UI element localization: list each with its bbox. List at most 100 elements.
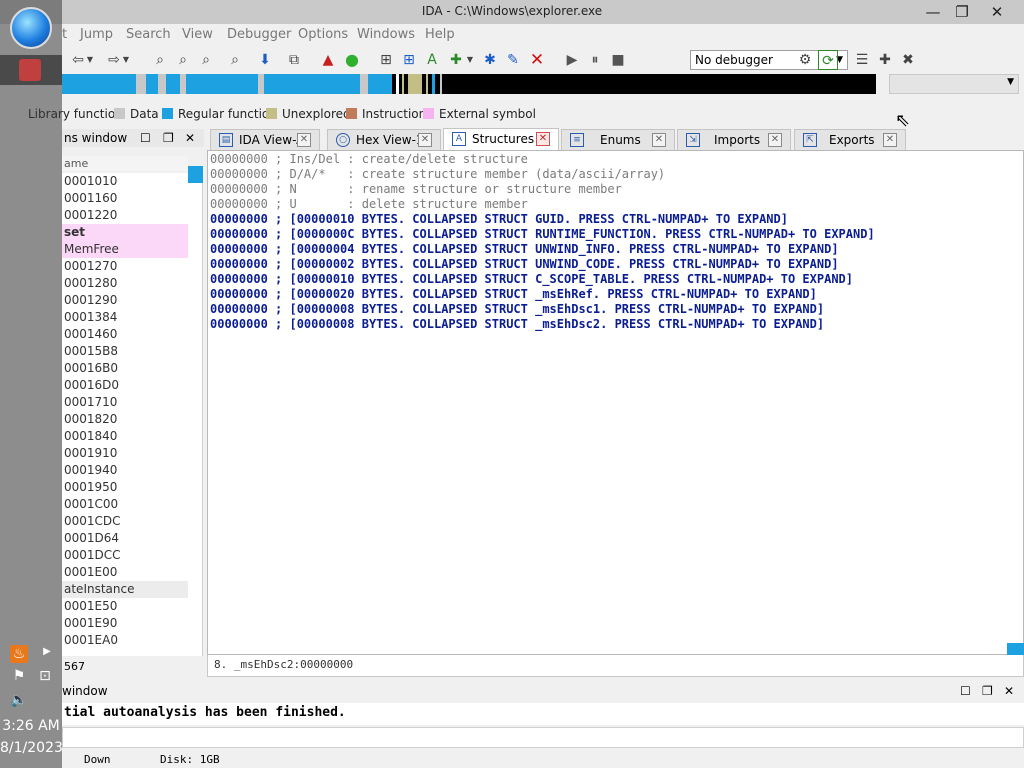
- rename-icon[interactable]: ✎: [503, 50, 523, 70]
- close-icon[interactable]: ✕: [1004, 684, 1014, 698]
- breakpoint-list-icon[interactable]: ☰: [852, 50, 872, 70]
- float-icon[interactable]: ❐: [982, 684, 993, 698]
- close-tab-icon[interactable]: ✕: [768, 133, 782, 147]
- function-list-item[interactable]: 0001710: [62, 394, 188, 411]
- function-list-item[interactable]: 0001E00: [62, 564, 188, 581]
- search-next-icon[interactable]: ⌕: [225, 50, 245, 70]
- stop-icon[interactable]: ■: [608, 50, 628, 70]
- menu-view[interactable]: View: [182, 27, 213, 42]
- structure-line[interactable]: 00000000 ; [0000000C BYTES. COLLAPSED ST…: [210, 227, 875, 242]
- delete-breakpoint-icon[interactable]: ✖: [898, 50, 918, 70]
- function-list-item[interactable]: 0001E90: [62, 615, 188, 632]
- download-arrow-icon[interactable]: ⬇: [255, 50, 275, 70]
- graph-overview-icon[interactable]: ⧉: [284, 50, 304, 70]
- minimize-button[interactable]: —: [918, 1, 948, 23]
- function-list-item[interactable]: 00016D0: [62, 377, 188, 394]
- structure-line[interactable]: 00000000 ; [00000020 BYTES. COLLAPSED ST…: [210, 287, 875, 302]
- close-icon[interactable]: ✕: [185, 131, 195, 145]
- functions-scrollbar-thumb[interactable]: [188, 166, 203, 183]
- pause-icon[interactable]: ⏸: [585, 50, 605, 70]
- close-button[interactable]: ✕: [982, 1, 1012, 23]
- function-list-item[interactable]: 0001270: [62, 258, 188, 275]
- make-string-icon[interactable]: A: [422, 50, 442, 70]
- tab-imports[interactable]: ⇲ Imports ✕: [677, 129, 791, 150]
- menu-help[interactable]: Help: [425, 27, 455, 42]
- close-tab-icon[interactable]: ✕: [883, 133, 897, 147]
- tab-hex-view-1[interactable]: ○ Hex View-1 ✕: [327, 129, 441, 150]
- tab-structures[interactable]: A Structures ✕: [443, 128, 559, 150]
- function-list-item[interactable]: MemFree: [62, 241, 188, 258]
- struct-var-icon[interactable]: ✱: [480, 50, 500, 70]
- function-list-item[interactable]: ateInstance: [62, 581, 188, 598]
- function-list-item[interactable]: 0001DCC: [62, 547, 188, 564]
- run-icon[interactable]: ▶: [562, 50, 582, 70]
- menu-jump[interactable]: Jump: [80, 27, 113, 42]
- close-tab-icon[interactable]: ✕: [297, 133, 311, 147]
- structures-view[interactable]: 00000000 ; Ins/Del : create/delete struc…: [207, 150, 1024, 655]
- structure-line[interactable]: 00000000 ; D/A/* : create structure memb…: [210, 167, 875, 182]
- navigation-band-dropdown[interactable]: ▼: [889, 74, 1019, 94]
- maximize-button[interactable]: ❐: [947, 1, 977, 23]
- tray-expand-icon[interactable]: ▶: [38, 646, 56, 657]
- function-list-item[interactable]: 0001460: [62, 326, 188, 343]
- back-dropdown-icon[interactable]: ▼: [84, 50, 96, 70]
- green-circle-icon[interactable]: ●: [342, 50, 362, 70]
- tab-ida-view-a[interactable]: ▤ IDA View-A ✕: [210, 129, 320, 150]
- make-array-icon[interactable]: ✚: [446, 50, 466, 70]
- start-orb-icon[interactable]: [10, 7, 52, 49]
- action-center-flag-icon[interactable]: ⚑: [10, 668, 28, 684]
- function-list-item[interactable]: 0001910: [62, 445, 188, 462]
- text-search-icon[interactable]: ⌕: [173, 50, 193, 70]
- close-tab-icon[interactable]: ✕: [418, 133, 432, 147]
- structure-line[interactable]: 00000000 ; [00000010 BYTES. COLLAPSED ST…: [210, 272, 875, 287]
- menu-windows[interactable]: Windows: [357, 27, 415, 42]
- structure-line[interactable]: 00000000 ; [00000008 BYTES. COLLAPSED ST…: [210, 302, 875, 317]
- structure-line[interactable]: 00000000 ; N : rename structure or struc…: [210, 182, 875, 197]
- function-list-item[interactable]: 0001220: [62, 207, 188, 224]
- menu-file[interactable]: t: [62, 27, 67, 42]
- function-list-item[interactable]: set: [62, 224, 188, 241]
- function-list-item[interactable]: 0001840: [62, 428, 188, 445]
- output-log[interactable]: tial autoanalysis has been finished.: [62, 703, 1024, 725]
- function-list-item[interactable]: 0001EA0: [62, 632, 188, 649]
- tab-exports[interactable]: ⇱ Exports ✕: [794, 129, 906, 150]
- function-list-item[interactable]: 0001E50: [62, 598, 188, 615]
- structure-line[interactable]: 00000000 ; [00000004 BYTES. COLLAPSED ST…: [210, 242, 875, 257]
- navigation-band[interactable]: [62, 74, 876, 94]
- clock-time[interactable]: 3:26 AM: [0, 718, 62, 734]
- function-list-item[interactable]: 0001160: [62, 190, 188, 207]
- structures-listing[interactable]: 00000000 ; Ins/Del : create/delete struc…: [210, 152, 875, 332]
- structure-line[interactable]: 00000000 ; Ins/Del : create/delete struc…: [210, 152, 875, 167]
- volume-icon[interactable]: 🔈: [10, 692, 28, 708]
- structure-line[interactable]: 00000000 ; [00000002 BYTES. COLLAPSED ST…: [210, 257, 875, 272]
- function-list-item[interactable]: 0001CDC: [62, 513, 188, 530]
- java-icon[interactable]: ♨: [10, 645, 28, 663]
- functions-list[interactable]: 0001010 0001160 0001220 set MemFree 0001270 00…: [62, 173, 203, 656]
- menu-debugger[interactable]: Debugger: [227, 27, 291, 42]
- switch-debugger-icon[interactable]: ⟳: [818, 50, 838, 70]
- function-list-item[interactable]: 00015B8: [62, 343, 188, 360]
- undefine-icon[interactable]: ✕: [527, 50, 547, 70]
- function-list-item[interactable]: 0001280: [62, 275, 188, 292]
- structure-line[interactable]: 00000000 ; [00000010 BYTES. COLLAPSED ST…: [210, 212, 875, 227]
- add-breakpoint-icon[interactable]: ✚: [875, 50, 895, 70]
- function-list-item[interactable]: 0001290: [62, 292, 188, 309]
- float-icon[interactable]: ❐: [163, 131, 174, 145]
- structure-line[interactable]: 00000000 ; U : delete structure member: [210, 197, 875, 212]
- array-dropdown-icon[interactable]: ▼: [464, 50, 476, 70]
- menu-options[interactable]: Options: [298, 27, 348, 42]
- function-list-item[interactable]: 0001384: [62, 309, 188, 326]
- binary-search-icon[interactable]: ⌕: [150, 50, 170, 70]
- menu-search[interactable]: Search: [126, 27, 171, 42]
- immediate-search-icon[interactable]: ⌕: [196, 50, 216, 70]
- function-list-item[interactable]: 0001950: [62, 479, 188, 496]
- network-icon[interactable]: ⊡: [36, 668, 54, 684]
- maximize-icon[interactable]: ☐: [960, 684, 971, 698]
- function-list-item[interactable]: 00016B0: [62, 360, 188, 377]
- taskbar-app-button[interactable]: [0, 55, 62, 85]
- function-list-item[interactable]: 0001010: [62, 173, 188, 190]
- make-code-icon[interactable]: ⊞: [376, 50, 396, 70]
- function-list-item[interactable]: 0001C00: [62, 496, 188, 513]
- functions-column-header[interactable]: ame: [62, 156, 188, 171]
- structure-line[interactable]: 00000000 ; [00000008 BYTES. COLLAPSED ST…: [210, 317, 875, 332]
